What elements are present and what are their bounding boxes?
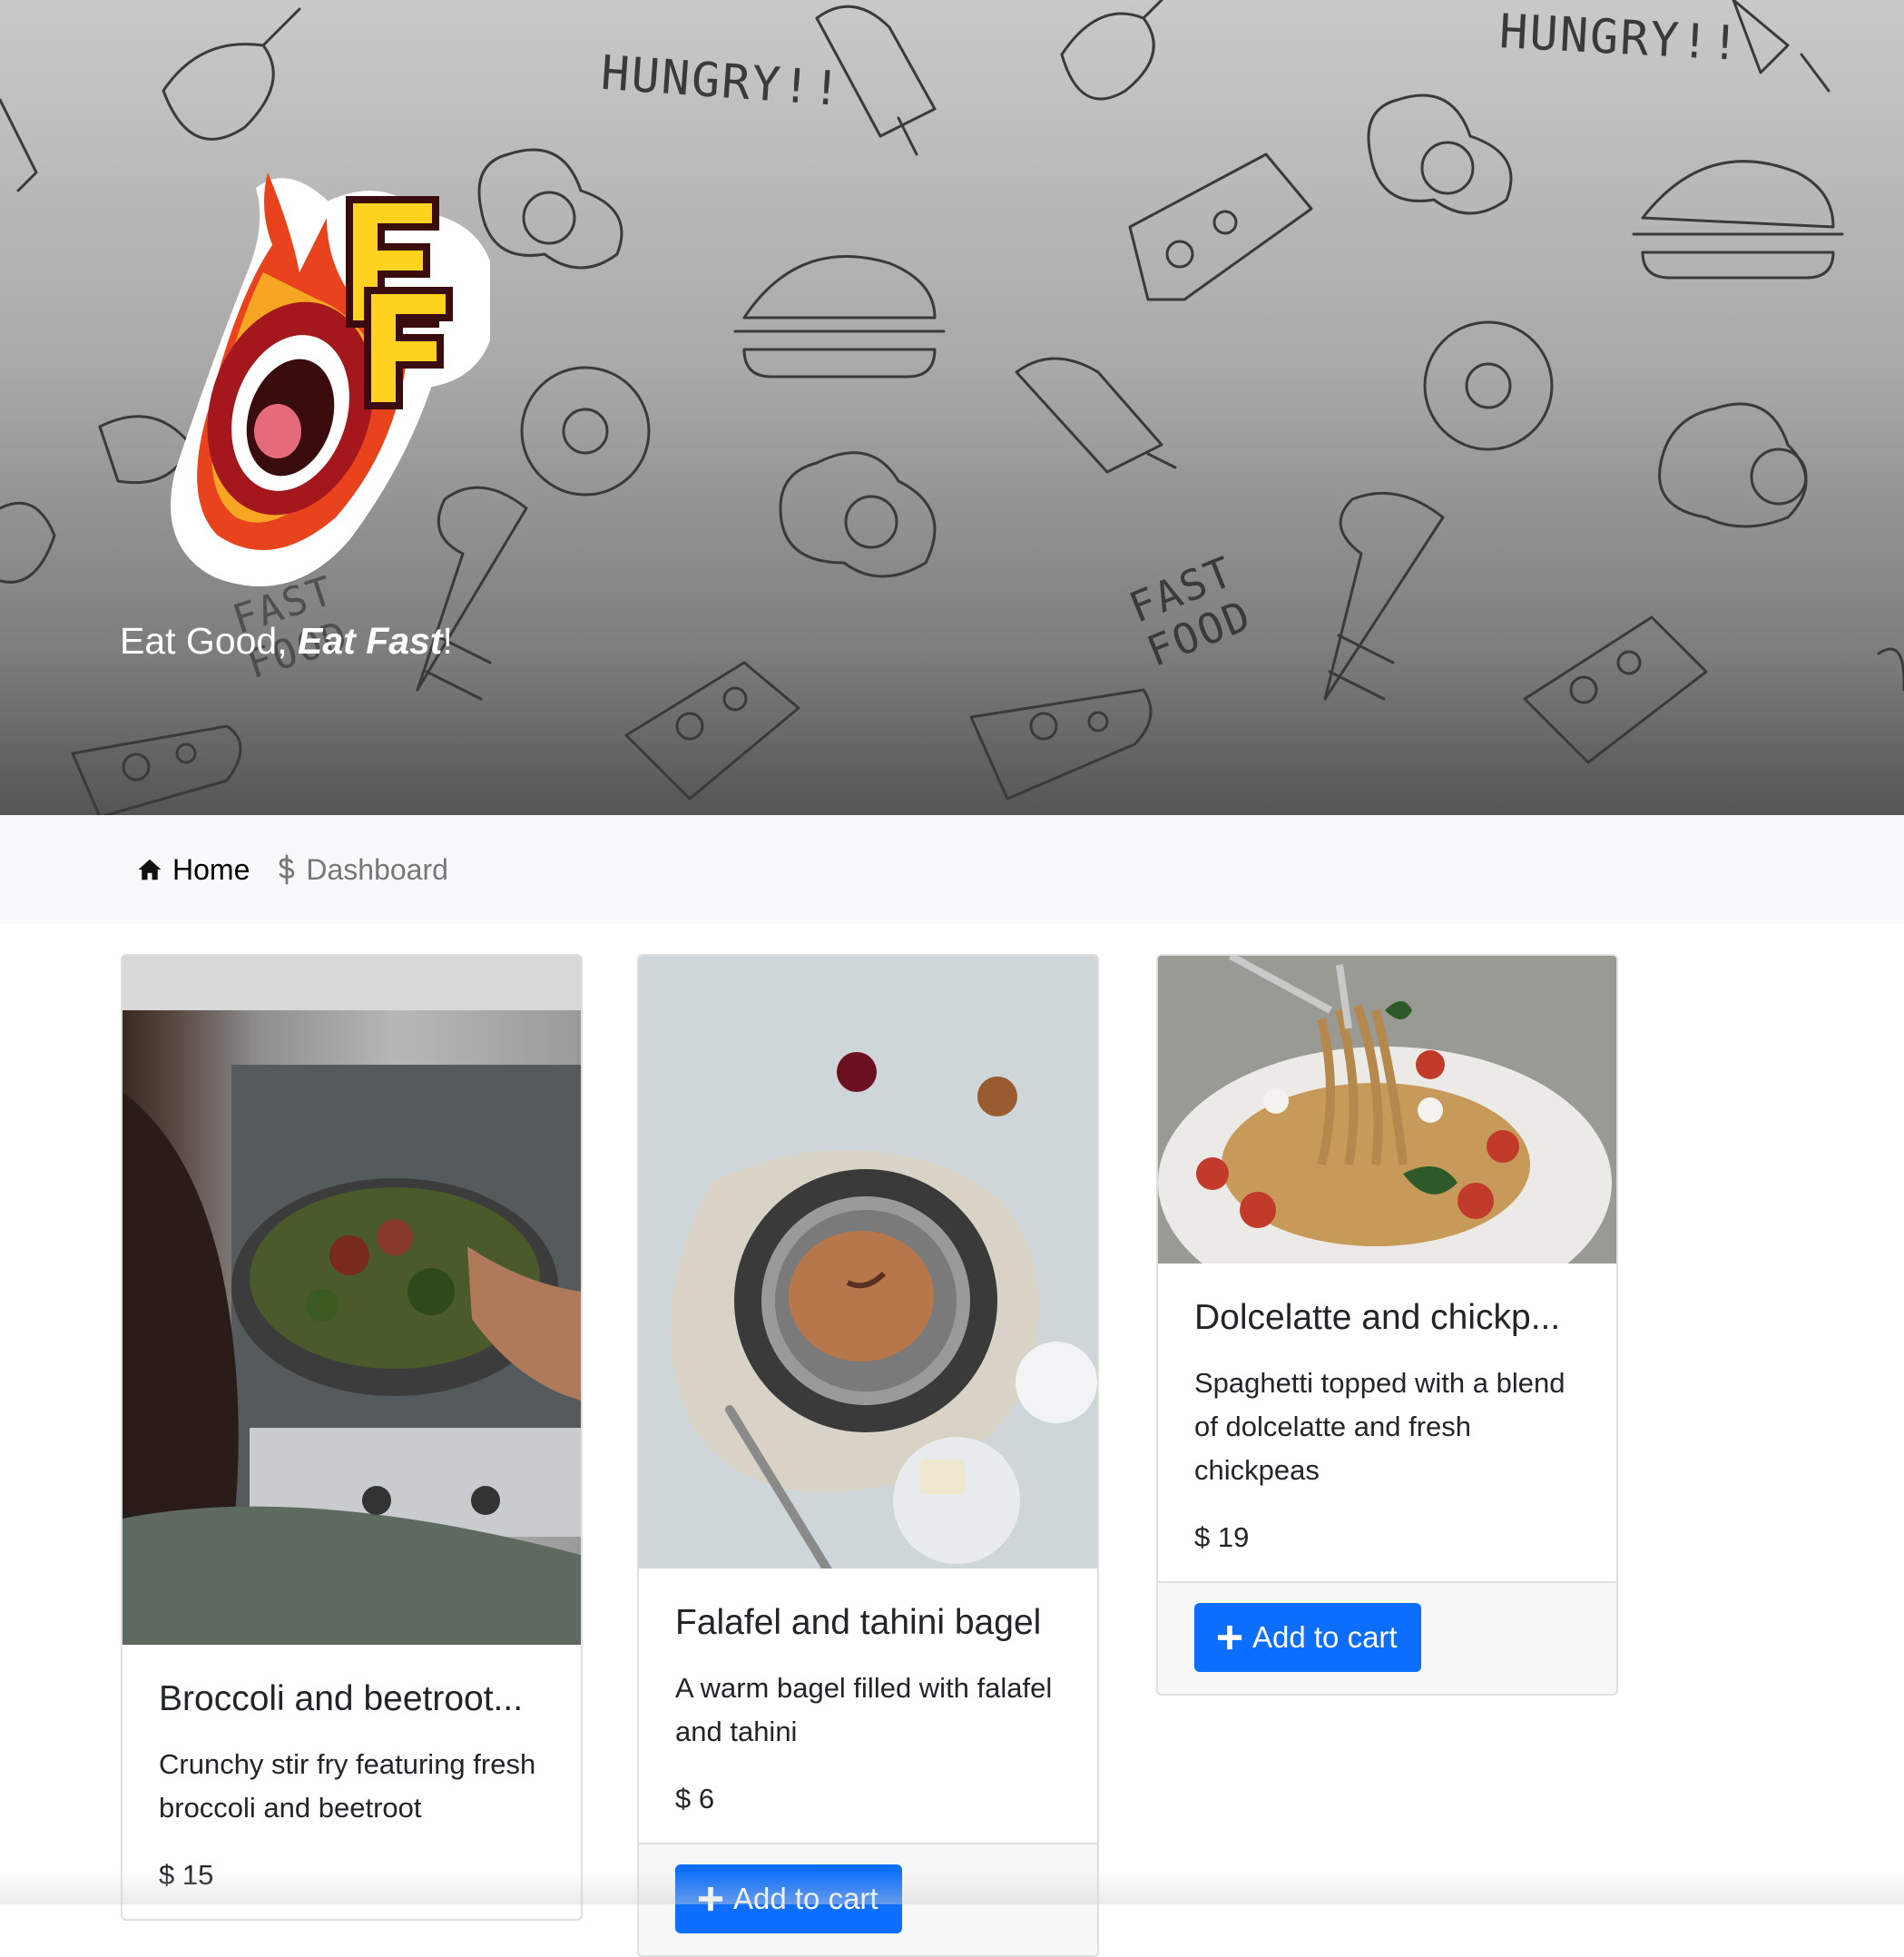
product-card-body: Broccoli and beetroot... Crunchy stir fr…	[123, 1645, 581, 1892]
product-card: Falafel and tahini bagel A warm bagel fi…	[637, 954, 1099, 1957]
nav-dashboard[interactable]: Dashboard	[277, 853, 448, 887]
hero-banner: HUNGRY!! HUNGRY!! FAST FOOD FAST FOOD Ea…	[0, 0, 1904, 815]
product-card-footer: Add to cart	[639, 1843, 1097, 1955]
product-image[interactable]	[1158, 956, 1616, 1264]
stir-fry-photo	[123, 956, 581, 1645]
dollar-icon	[280, 854, 295, 885]
product-card-footer: Add to cart	[1158, 1581, 1616, 1694]
add-to-cart-button[interactable]: Add to cart	[1194, 1603, 1421, 1672]
tagline-suffix: !	[442, 620, 453, 662]
bagel-photo	[670, 1052, 1097, 1569]
product-card-body: Falafel and tahini bagel A warm bagel fi…	[639, 1569, 1097, 1815]
hero-tagline: Eat Good, Eat Fast!	[120, 620, 453, 663]
product-description: A warm bagel filled with falafel and tah…	[675, 1672, 1053, 1747]
product-price: $ 6	[675, 1783, 715, 1814]
product-title: Broccoli and beetroot...	[159, 1679, 524, 1718]
product-description: Crunchy stir fry featuring fresh broccol…	[159, 1748, 536, 1824]
plus-icon	[698, 1886, 723, 1912]
product-card: Broccoli and beetroot... Crunchy stir fr…	[121, 954, 583, 1921]
eat-fast-logo	[171, 172, 490, 586]
nav-home-label: Home	[172, 852, 250, 886]
product-title: Dolcelatte and chickp...	[1194, 1298, 1561, 1337]
product-card-body: Dolcelatte and chickp... Spaghetti toppe…	[1158, 1264, 1616, 1554]
tagline-emphasis: Eat Fast	[298, 620, 443, 662]
add-to-cart-button[interactable]: Add to cart	[675, 1864, 902, 1933]
product-image[interactable]	[123, 956, 581, 1645]
product-image[interactable]	[639, 956, 1097, 1569]
add-to-cart-label: Add to cart	[733, 1882, 878, 1915]
product-card: Dolcelatte and chickp... Spaghetti toppe…	[1156, 954, 1618, 1696]
product-title: Falafel and tahini bagel	[675, 1603, 1042, 1642]
add-to-cart-label: Add to cart	[1252, 1620, 1398, 1654]
product-description: Spaghetti topped with a blend of dolcela…	[1194, 1367, 1565, 1486]
home-icon	[138, 859, 162, 880]
nav-home[interactable]: Home	[136, 853, 250, 887]
main-nav: Home Dashboard	[0, 815, 1904, 924]
spaghetti-photo	[1158, 956, 1616, 1264]
product-price: $ 15	[159, 1859, 214, 1891]
product-price: $ 19	[1194, 1521, 1250, 1553]
tagline-prefix: Eat Good,	[120, 620, 299, 662]
nav-dashboard-label: Dashboard	[306, 852, 448, 886]
plus-icon	[1217, 1625, 1242, 1650]
